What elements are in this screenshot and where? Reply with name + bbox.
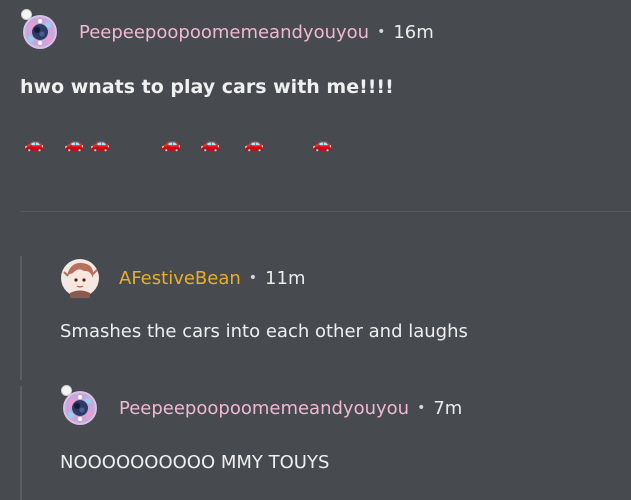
comment-header: AFestiveBean • 11m bbox=[60, 258, 306, 298]
status-ring-icon bbox=[21, 9, 32, 20]
avatar[interactable] bbox=[20, 9, 60, 52]
car-emoji: 🚗 bbox=[312, 134, 332, 153]
meta-separator: • bbox=[377, 24, 386, 40]
car-emoji: 🚗 bbox=[24, 134, 44, 153]
post-header: Peepeepoopoomemeandyouyou • 16m bbox=[20, 9, 434, 52]
comment-body: NOOOOOOOOOO MMY TOUYS bbox=[60, 452, 330, 473]
thread-line[interactable] bbox=[20, 256, 22, 380]
post-time: 16m bbox=[393, 21, 434, 43]
avatar-icon bbox=[61, 259, 99, 298]
comment-body: Smashes the cars into each other and lau… bbox=[60, 321, 468, 342]
avatar[interactable] bbox=[60, 258, 100, 298]
car-emoji: 🚗 bbox=[200, 134, 220, 153]
car-emoji: 🚗 bbox=[161, 134, 181, 153]
post-emoji-row: 🚗 🚗 🚗 🚗 🚗 🚗 🚗 bbox=[0, 132, 631, 162]
comment-header: Peepeepoopoomemeandyouyou • 7m bbox=[60, 385, 463, 428]
post-title: hwo wnats to play cars with me!!!! bbox=[20, 76, 394, 98]
car-emoji: 🚗 bbox=[90, 134, 110, 153]
comment-author[interactable]: AFestiveBean bbox=[119, 268, 241, 289]
status-ring-icon bbox=[61, 385, 72, 396]
car-emoji: 🚗 bbox=[244, 134, 264, 153]
meta-separator: • bbox=[417, 400, 426, 416]
car-emoji: 🚗 bbox=[64, 134, 84, 153]
thread-line[interactable] bbox=[20, 386, 22, 500]
comment-time: 11m bbox=[265, 267, 306, 289]
comment-time: 7m bbox=[433, 397, 463, 419]
meta-separator: • bbox=[248, 270, 258, 286]
comment-author[interactable]: Peepeepoopoomemeandyouyou bbox=[119, 398, 409, 419]
post-author[interactable]: Peepeepoopoomemeandyouyou bbox=[79, 22, 369, 43]
divider bbox=[20, 211, 631, 212]
avatar[interactable] bbox=[60, 385, 100, 428]
